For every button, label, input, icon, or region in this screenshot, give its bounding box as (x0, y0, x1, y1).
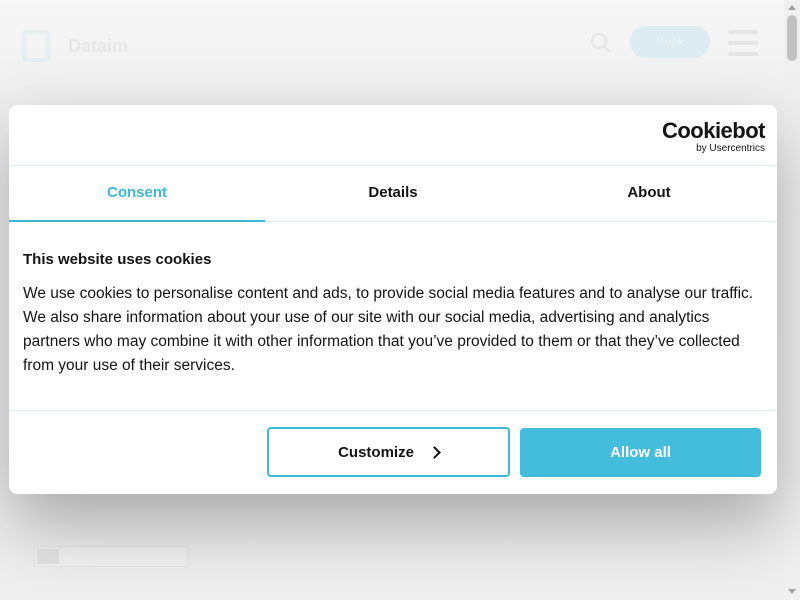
allow-all-button[interactable]: Allow all (520, 428, 761, 477)
footer-badge (34, 546, 188, 567)
cookie-consent-dialog: Cookiebot by Usercentrics Consent Detail… (9, 105, 777, 494)
dialog-tabs: Consent Details About (9, 166, 777, 222)
header-cta-button[interactable]: Book (630, 26, 710, 58)
cookiebot-logo[interactable]: Cookiebot by Usercentrics (659, 118, 766, 155)
chevron-right-icon (428, 445, 441, 459)
menu-icon[interactable] (728, 30, 758, 56)
site-logo-text: Dataim (68, 36, 129, 56)
consent-body-text: We use cookies to personalise content an… (23, 285, 754, 374)
badge-icon (37, 549, 59, 564)
site-logo[interactable]: Dataim (22, 30, 142, 64)
scrollbar-thumb[interactable] (787, 15, 797, 61)
site-header: Dataim Book (0, 0, 784, 90)
scroll-up-arrow-icon[interactable] (788, 5, 796, 10)
cookiebot-logo-name: Cookiebot (661, 118, 766, 143)
tab-details[interactable]: Details (265, 166, 521, 221)
search-icon[interactable] (590, 32, 612, 54)
cookiebot-logo-sub: by Usercentrics (696, 143, 765, 154)
customize-button[interactable]: Customize (267, 427, 510, 477)
scroll-down-arrow-icon[interactable] (788, 589, 796, 594)
consent-content: This website uses cookies We use cookies… (23, 251, 768, 378)
tab-consent[interactable]: Consent (9, 166, 265, 222)
page-scrollbar[interactable] (784, 0, 800, 600)
consent-heading: This website uses cookies (23, 251, 212, 268)
customize-button-label: Customize (338, 443, 414, 461)
dialog-header: Cookiebot by Usercentrics (9, 105, 777, 166)
tab-about[interactable]: About (521, 166, 777, 221)
logo-icon (22, 30, 50, 62)
footer-divider (9, 410, 777, 411)
